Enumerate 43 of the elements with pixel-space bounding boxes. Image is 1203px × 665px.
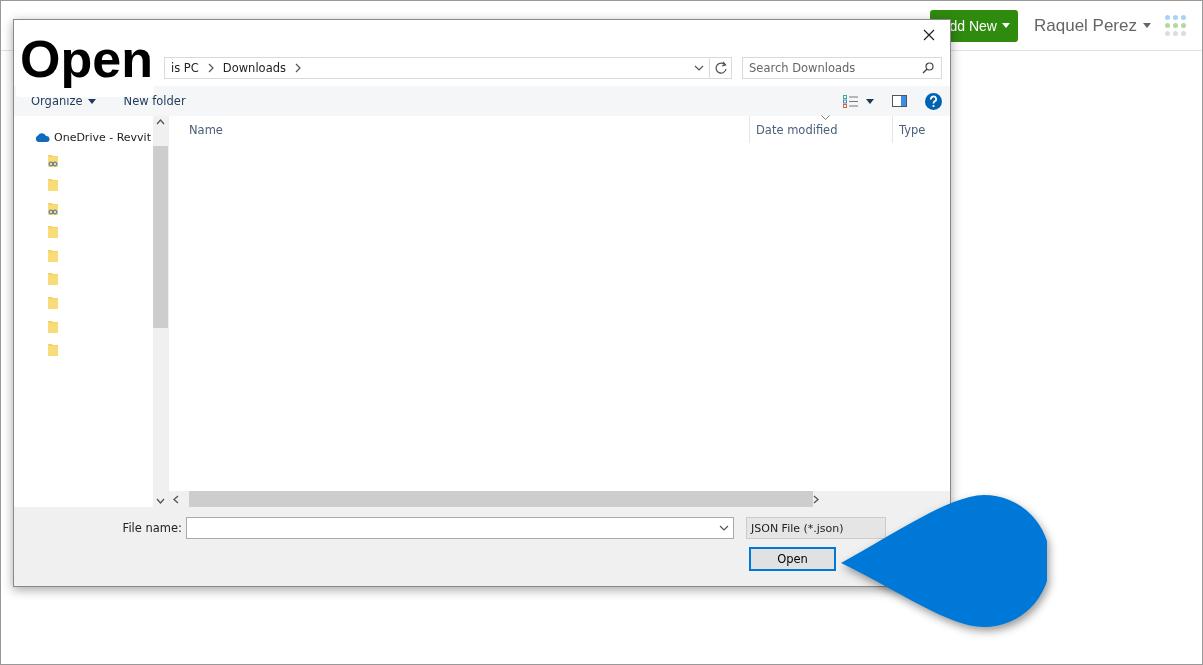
user-menu[interactable]: Raquel Perez [1034,15,1151,36]
nav-item[interactable]: OneDrive - Revvit [14,126,153,150]
breadcrumb-item[interactable]: Downloads [222,61,286,75]
help-icon[interactable] [925,92,942,110]
sort-icon [821,115,830,120]
shared-folder-icon [47,201,59,216]
folder-icon [47,272,59,287]
caret-icon[interactable] [866,98,874,104]
folder-icon [47,343,59,358]
chevron-right-icon [293,63,302,73]
scrollbar-thumb[interactable] [153,145,168,328]
app-grid-icon[interactable] [1165,15,1186,36]
folder-icon [47,225,59,240]
scroll-up-icon[interactable] [156,119,165,125]
scroll-left-icon[interactable] [173,494,179,504]
chevron-right-icon [206,63,215,73]
close-icon [923,29,935,41]
breadcrumb-item[interactable]: is PC [171,61,199,75]
view-list-icon[interactable] [843,94,858,108]
field-label: File name: [121,521,183,535]
search-field[interactable]: Search Downloads [742,57,942,79]
toolbar-button[interactable]: New folder [123,94,186,108]
open-button[interactable]: Open [749,547,836,571]
chevron-down-icon [719,525,729,531]
column-header[interactable]: Date modified [749,116,892,143]
file-type-dropdown[interactable]: JSON File (*.json) [746,517,886,539]
address-bar[interactable]: is PC Downloads [164,57,732,79]
folder-icon [47,295,59,310]
shared-folder-icon [47,154,59,169]
scrollbar-thumb[interactable] [189,491,813,507]
scroll-down-icon[interactable] [156,498,165,504]
search-icon [922,62,934,74]
folder-icon [47,319,59,334]
refresh-icon[interactable] [713,61,728,75]
folder-icon [47,178,59,192]
column-header[interactable]: Name [169,116,749,143]
cloud-icon [34,132,50,144]
folder-icon [47,248,59,263]
scroll-right-icon[interactable] [813,494,819,504]
file-name-field[interactable] [186,517,734,539]
column-header[interactable]: Type [892,116,950,143]
chevron-down-icon[interactable] [694,65,704,71]
preview-pane-icon[interactable] [892,95,907,107]
